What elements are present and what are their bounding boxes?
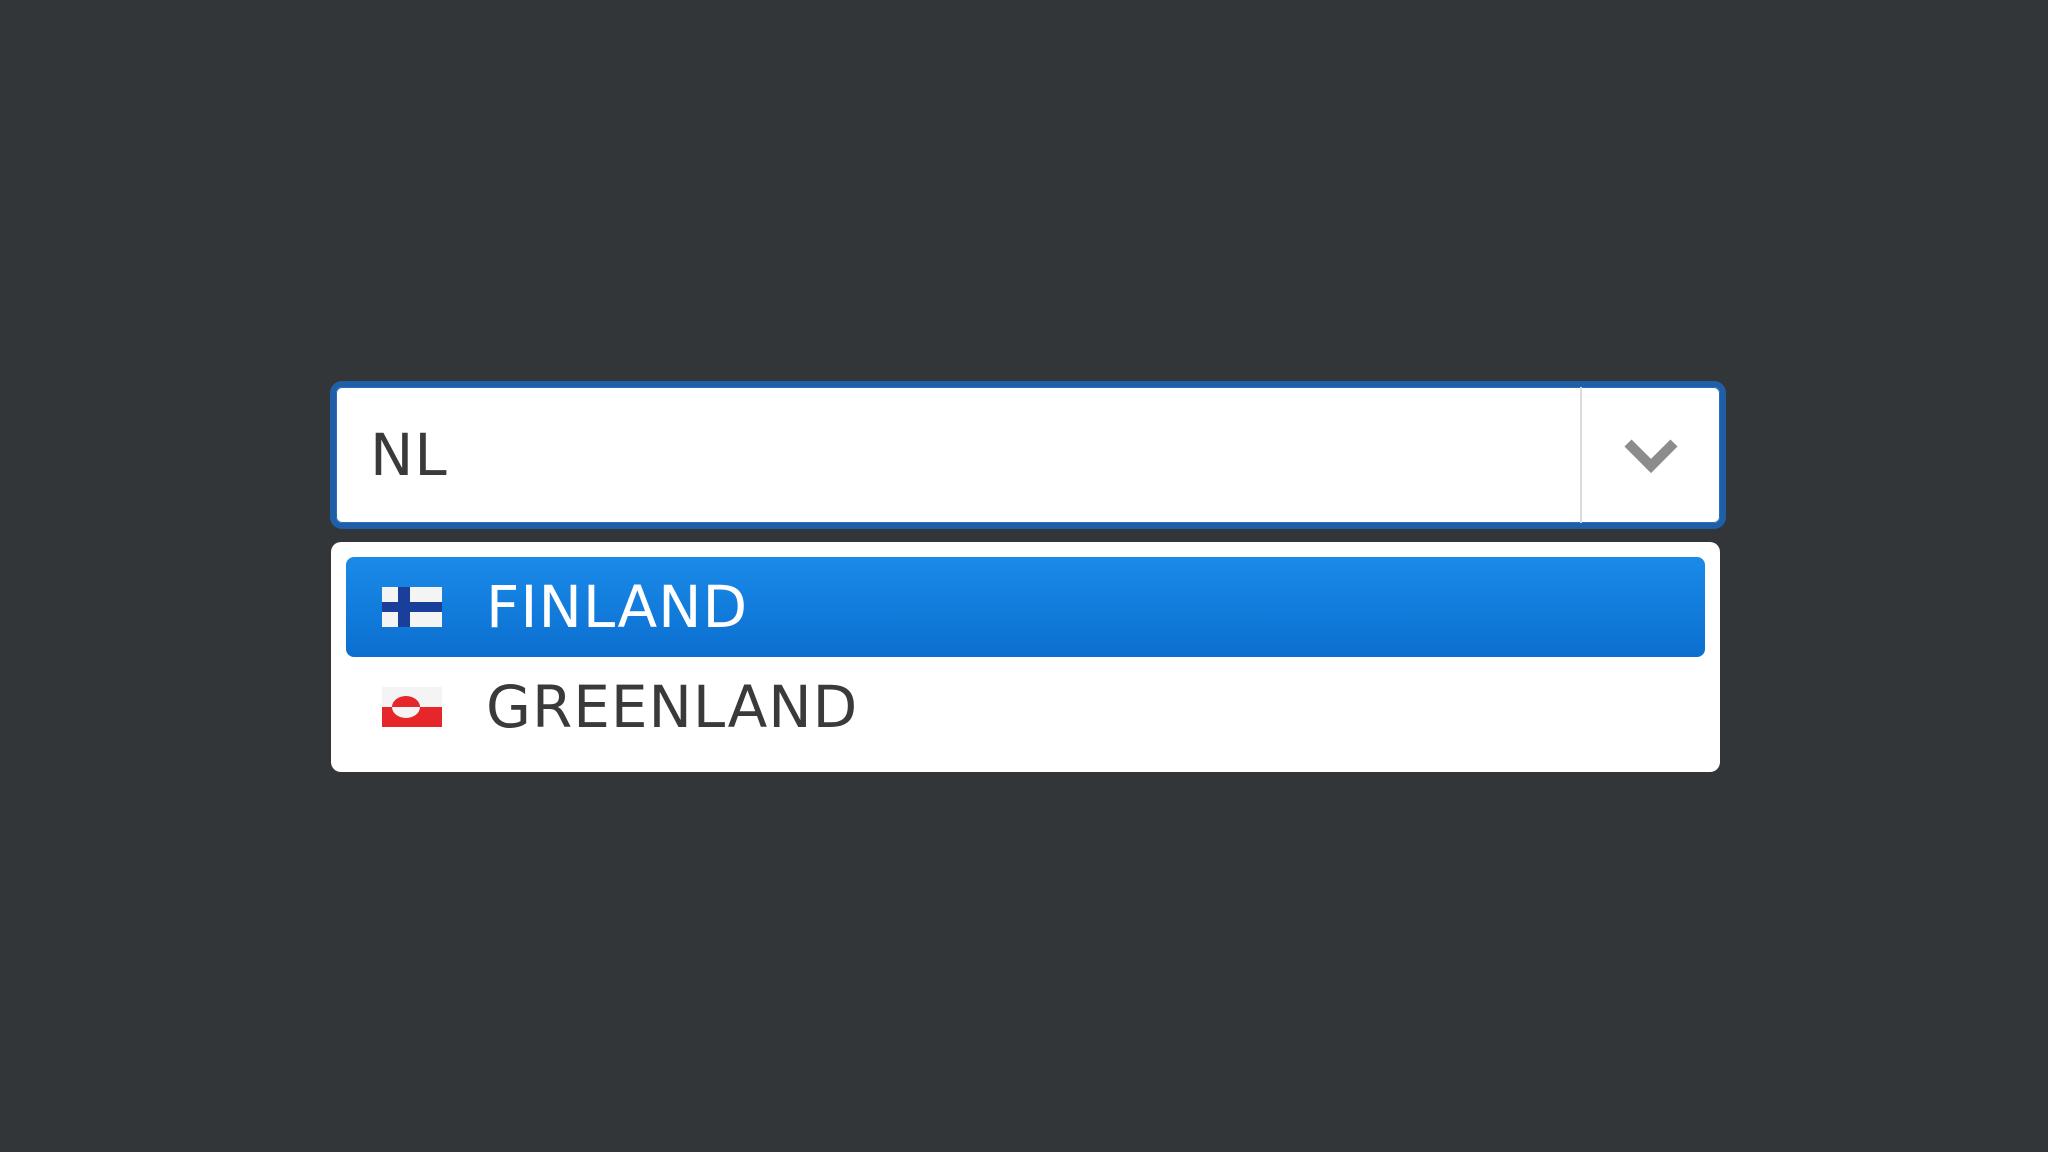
greenland-flag-icon <box>382 687 442 727</box>
country-combobox[interactable]: NL <box>330 381 1726 529</box>
option-label: GREENLAND <box>486 673 859 741</box>
option-greenland[interactable]: GREENLAND <box>346 657 1705 757</box>
dropdown-toggle-button[interactable] <box>1580 387 1720 523</box>
country-dropdown-list: FINLAND GREENLAND <box>331 542 1720 772</box>
option-finland[interactable]: FINLAND <box>346 557 1705 657</box>
chevron-down-icon <box>1624 439 1678 474</box>
page: NL FINLAND GREENLAND <box>0 0 2048 1152</box>
finland-flag-icon <box>382 587 442 627</box>
option-label: FINLAND <box>486 573 749 641</box>
country-search-input[interactable]: NL <box>336 387 1580 523</box>
